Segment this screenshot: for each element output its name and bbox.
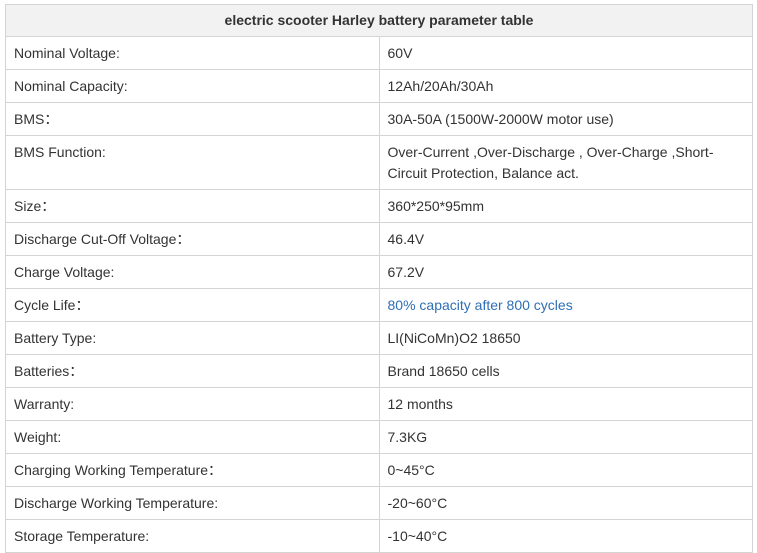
table-row: Nominal Voltage: 60V	[5, 36, 753, 70]
row-label-warranty: Warranty:	[5, 387, 380, 421]
row-value-bms-function: Over-Current ,Over-Discharge , Over-Char…	[378, 135, 753, 190]
row-value-nominal-voltage: 60V	[378, 36, 753, 70]
row-label-charge-voltage: Charge Voltage:	[5, 255, 380, 289]
table-row: Weight: 7.3KG	[5, 420, 753, 454]
row-label-discharge-cutoff-voltage: Discharge Cut-Off Voltage：	[5, 222, 380, 256]
row-value-cycle-life-cell: 80% capacity after 800 cycles	[378, 288, 753, 322]
table-row: Battery Type: LI(NiCoMn)O2 18650	[5, 321, 753, 355]
cycle-life-link[interactable]: 80% capacity after 800 cycles	[388, 297, 573, 313]
row-label-bms-function: BMS Function:	[5, 135, 380, 190]
row-value-size: 360*250*95mm	[378, 189, 753, 223]
row-value-charging-working-temperature: 0~45°C	[378, 453, 753, 487]
row-value-warranty: 12 months	[378, 387, 753, 421]
row-label-battery-type: Battery Type:	[5, 321, 380, 355]
table-row: Cycle Life： 80% capacity after 800 cycle…	[5, 288, 753, 322]
table-row: Storage Temperature: -10~40°C	[5, 519, 753, 553]
row-value-nominal-capacity: 12Ah/20Ah/30Ah	[378, 69, 753, 103]
table-row: Discharge Working Temperature: -20~60°C	[5, 486, 753, 520]
row-label-size: Size：	[5, 189, 380, 223]
row-value-batteries: Brand 18650 cells	[378, 354, 753, 388]
battery-parameter-table: electric scooter Harley battery paramete…	[5, 4, 753, 553]
table-row: Discharge Cut-Off Voltage： 46.4V	[5, 222, 753, 256]
row-label-storage-temperature: Storage Temperature:	[5, 519, 380, 553]
table-title: electric scooter Harley battery paramete…	[5, 4, 753, 37]
row-value-charge-voltage: 67.2V	[378, 255, 753, 289]
row-label-bms: BMS：	[5, 102, 380, 136]
row-value-storage-temperature: -10~40°C	[378, 519, 753, 553]
table-row: Warranty: 12 months	[5, 387, 753, 421]
row-label-nominal-voltage: Nominal Voltage:	[5, 36, 380, 70]
row-label-charging-working-temperature: Charging Working Temperature：	[5, 453, 380, 487]
row-value-discharge-working-temperature: -20~60°C	[378, 486, 753, 520]
table-row: Size： 360*250*95mm	[5, 189, 753, 223]
table-row: Batteries： Brand 18650 cells	[5, 354, 753, 388]
row-value-weight: 7.3KG	[378, 420, 753, 454]
table-row: Charging Working Temperature： 0~45°C	[5, 453, 753, 487]
table-row: BMS Function: Over-Current ,Over-Dischar…	[5, 135, 753, 190]
row-value-bms: 30A-50A (1500W-2000W motor use)	[378, 102, 753, 136]
row-label-discharge-working-temperature: Discharge Working Temperature:	[5, 486, 380, 520]
row-value-battery-type: LI(NiCoMn)O2 18650	[378, 321, 753, 355]
table-row: Charge Voltage: 67.2V	[5, 255, 753, 289]
row-label-nominal-capacity: Nominal Capacity:	[5, 69, 380, 103]
row-label-cycle-life: Cycle Life：	[5, 288, 380, 322]
row-label-weight: Weight:	[5, 420, 380, 454]
table-title-row: electric scooter Harley battery paramete…	[5, 4, 753, 37]
table-row: Nominal Capacity: 12Ah/20Ah/30Ah	[5, 69, 753, 103]
table-row: BMS： 30A-50A (1500W-2000W motor use)	[5, 102, 753, 136]
parameter-table-container: electric scooter Harley battery paramete…	[5, 4, 753, 553]
row-value-discharge-cutoff-voltage: 46.4V	[378, 222, 753, 256]
row-label-batteries: Batteries：	[5, 354, 380, 388]
